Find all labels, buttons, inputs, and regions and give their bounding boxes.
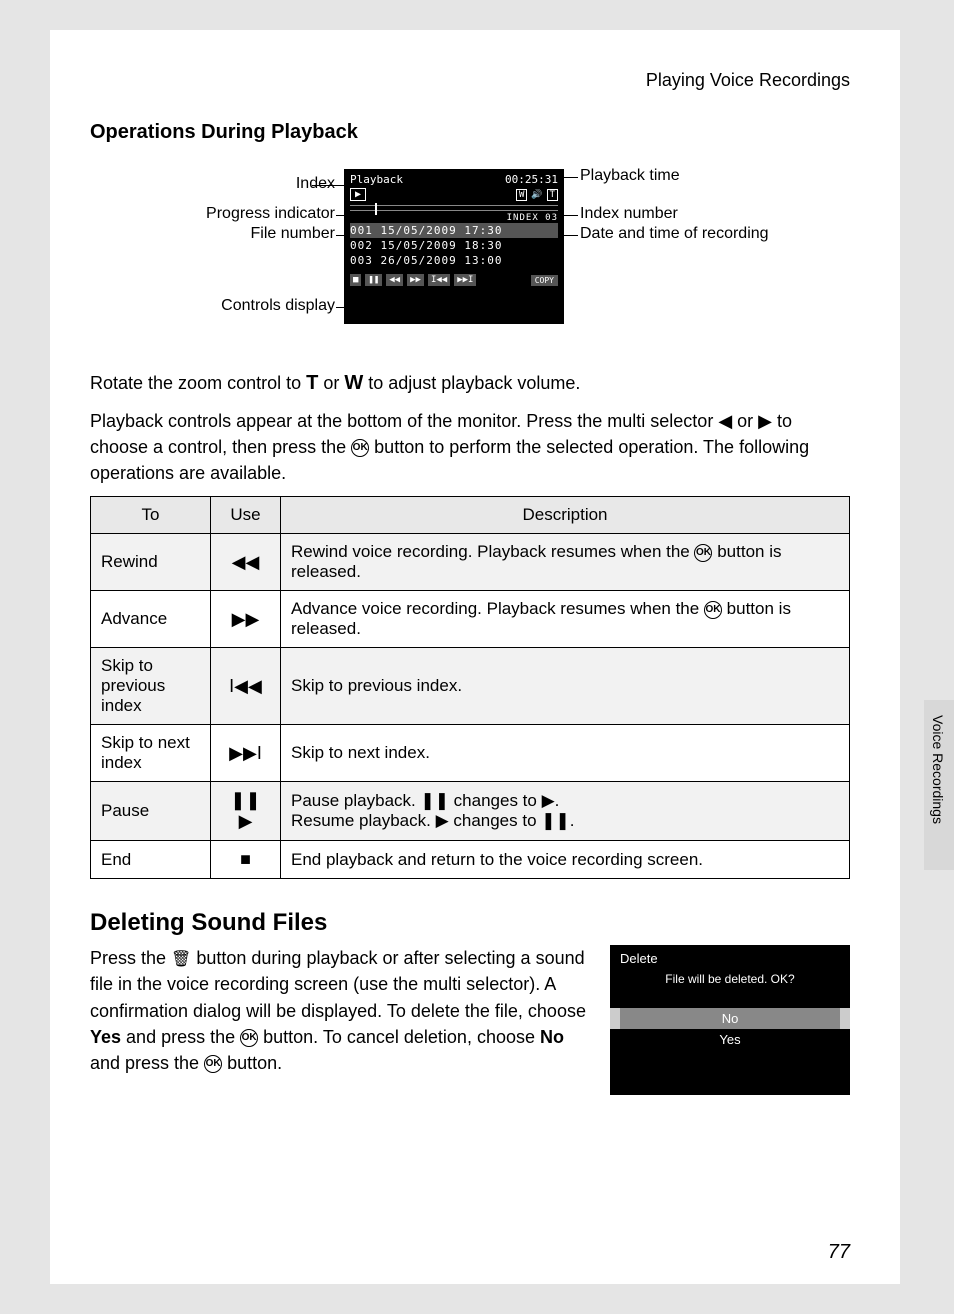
next-index-icon: ▶▶I [211, 725, 281, 782]
callout-date-time: Date and time of recording [580, 225, 769, 243]
controls-bar: ■ ❚❚ ◀◀ ▶▶ I◀◀ ▶▶I COPY [350, 274, 558, 286]
lcd-time: 00:25:31 [505, 173, 558, 186]
table-row: End ■ End playback and return to the voi… [91, 841, 850, 879]
delete-dialog: Delete File will be deleted. OK? No Yes [610, 945, 850, 1095]
trash-icon: 🗑 [171, 948, 191, 971]
manual-page: Playing Voice Recordings Operations Duri… [50, 30, 900, 1284]
section-tab-label: Voice Recordings [930, 715, 946, 824]
table-row: Skip to previous index I◀◀ Skip to previ… [91, 648, 850, 725]
col-desc: Description [281, 497, 850, 534]
table-row: Skip to next index ▶▶I Skip to next inde… [91, 725, 850, 782]
dialog-message: File will be deleted. OK? [610, 972, 850, 986]
file-row: 002 15/05/2009 18:30 [350, 238, 558, 253]
ok-icon: OK [204, 1055, 222, 1073]
dialog-option-yes: Yes [610, 1029, 850, 1050]
next-index-icon: ▶▶I [454, 274, 476, 286]
callout-controls: Controls display [90, 297, 335, 315]
operations-table: To Use Description Rewind ◀◀ Rewind voic… [90, 496, 850, 879]
progress-bar [350, 205, 558, 211]
advance-icon: ▶▶ [407, 274, 424, 286]
section-tab: Voice Recordings [924, 700, 954, 870]
callout-index-number: Index number [580, 205, 678, 223]
ok-icon: OK [240, 1029, 258, 1047]
callout-progress: Progress indicator [90, 205, 335, 223]
dialog-option-no: No [610, 1008, 850, 1029]
col-use: Use [211, 497, 281, 534]
table-row: Advance ▶▶ Advance voice recording. Play… [91, 591, 850, 648]
ok-icon: OK [694, 544, 712, 562]
pause-icon: ❚❚ [365, 274, 382, 286]
prev-index-icon: I◀◀ [211, 648, 281, 725]
lcd-mode: Playback [350, 173, 403, 186]
copy-label: COPY [531, 275, 558, 286]
lcd-screen: Playback 00:25:31 ▶ W 🔊 T INDEX 03 001 1… [344, 169, 564, 324]
volume-instruction: Rotate the zoom control to T or W to adj… [90, 369, 850, 398]
lcd-index: INDEX 03 [350, 213, 558, 223]
advance-icon: ▶▶ [211, 591, 281, 648]
stop-icon: ■ [211, 841, 281, 879]
rewind-icon: ◀◀ [211, 534, 281, 591]
ok-icon: OK [351, 439, 369, 457]
delete-instruction: Press the 🗑 button during playback or af… [90, 945, 590, 1095]
file-list: 001 15/05/2009 17:30 002 15/05/2009 18:3… [350, 223, 558, 268]
playback-diagram: Index Progress indicator File number Con… [90, 169, 850, 349]
section-title-deleting: Deleting Sound Files [90, 909, 850, 937]
t-icon: T [547, 189, 558, 201]
pause-play-icon: ❚❚ ▶ [211, 782, 281, 841]
table-row: Pause ❚❚ ▶ Pause playback. ❚❚ changes to… [91, 782, 850, 841]
prev-index-icon: I◀◀ [428, 274, 450, 286]
file-row: 001 15/05/2009 17:30 [350, 223, 558, 238]
section-title-playback: Operations During Playback [90, 121, 850, 144]
running-header: Playing Voice Recordings [90, 70, 850, 91]
callout-index: Index [90, 175, 335, 193]
controls-instruction: Playback controls appear at the bottom o… [90, 408, 850, 486]
file-row: 003 26/05/2009 13:00 [350, 253, 558, 268]
table-row: Rewind ◀◀ Rewind voice recording. Playba… [91, 534, 850, 591]
w-icon: W [516, 189, 527, 201]
play-icon: ▶ [350, 188, 366, 201]
col-to: To [91, 497, 211, 534]
rewind-icon: ◀◀ [386, 274, 403, 286]
ok-icon: OK [704, 601, 722, 619]
dialog-title: Delete [610, 951, 850, 966]
page-number: 77 [828, 1241, 850, 1264]
stop-icon: ■ [350, 274, 361, 286]
callout-file-number: File number [90, 225, 335, 243]
callout-playback-time: Playback time [580, 167, 680, 185]
